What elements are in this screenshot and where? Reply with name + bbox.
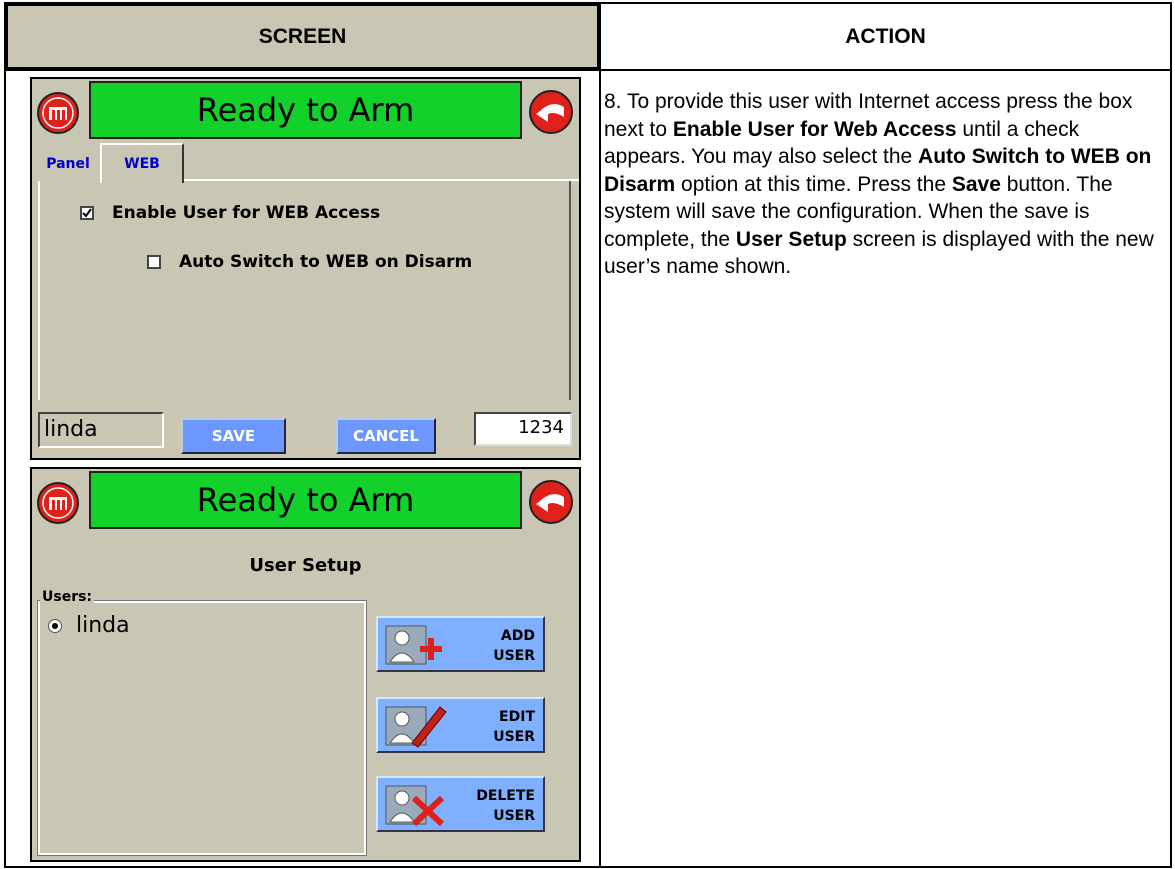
- cancel-button[interactable]: CANCEL: [336, 418, 436, 454]
- auto-switch-web-label: Auto Switch to WEB on Disarm: [179, 252, 473, 272]
- users-label: Users:: [40, 589, 95, 605]
- list-item[interactable]: linda: [48, 613, 130, 638]
- title-bar: Ready to Arm: [32, 79, 579, 143]
- user-name: linda: [76, 613, 130, 638]
- user-setup-screen: Ready to Arm User Setup Users: linda ADD…: [30, 467, 581, 862]
- title-bar: Ready to Arm: [32, 469, 579, 533]
- user-radio[interactable]: [48, 618, 62, 633]
- auto-switch-web-checkbox[interactable]: [147, 255, 161, 269]
- footer-bar: linda SAVE CANCEL 1234: [32, 402, 579, 458]
- add-user-icon: [385, 625, 442, 665]
- back-arrow-icon[interactable]: [528, 89, 574, 135]
- web-tab-content: Enable User for WEB Access Auto Switch t…: [38, 181, 571, 400]
- add-user-button[interactable]: ADD USER: [376, 616, 545, 672]
- action-instructions: 8. To provide this user with Internet ac…: [604, 90, 1154, 278]
- edit-user-icon: [385, 706, 447, 748]
- delete-user-label: DELETE USER: [476, 788, 535, 824]
- screen-column-header: SCREEN: [6, 4, 599, 69]
- save-button[interactable]: SAVE: [181, 418, 286, 454]
- tab-panel[interactable]: Panel: [38, 147, 98, 181]
- action-column-header: ACTION: [845, 24, 926, 48]
- back-arrow-icon[interactable]: [528, 479, 574, 525]
- web-access-screen: Ready to Arm Panel WEB Enable User for W…: [30, 77, 581, 460]
- add-user-label: ADD USER: [493, 628, 535, 664]
- auto-switch-web-option[interactable]: Auto Switch to WEB on Disarm: [147, 252, 472, 272]
- delete-user-icon: [385, 785, 445, 827]
- edit-user-label: EDIT USER: [493, 709, 535, 745]
- tab-bar: Panel WEB: [32, 141, 579, 183]
- enable-web-access-label: Enable User for WEB Access: [112, 203, 381, 223]
- user-name-field: linda: [38, 412, 164, 448]
- status-title: Ready to Arm: [89, 81, 522, 139]
- delete-user-button[interactable]: DELETE USER: [376, 776, 545, 832]
- user-code-field: 1234: [474, 412, 572, 446]
- edit-user-button[interactable]: EDIT USER: [376, 697, 545, 753]
- column-divider: [599, 4, 601, 866]
- users-list: [37, 600, 367, 856]
- enable-web-access-option[interactable]: Enable User for WEB Access: [80, 203, 380, 223]
- home-icon[interactable]: [36, 91, 80, 135]
- enable-web-access-checkbox[interactable]: [80, 206, 94, 220]
- status-title: Ready to Arm: [89, 471, 522, 529]
- tab-web[interactable]: WEB: [100, 143, 184, 183]
- page-title: User Setup: [249, 555, 362, 576]
- home-icon[interactable]: [36, 481, 80, 525]
- header-divider: [6, 69, 1170, 71]
